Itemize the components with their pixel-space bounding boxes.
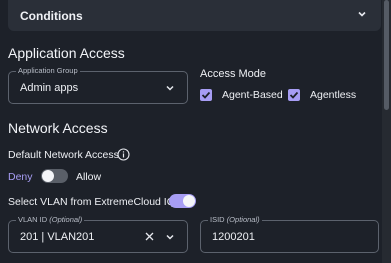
conditions-label: Conditions bbox=[20, 9, 83, 23]
default-access-toggle[interactable] bbox=[41, 169, 68, 183]
application-group-value: Admin apps bbox=[20, 82, 79, 94]
deny-label: Deny bbox=[8, 171, 33, 183]
application-access-title: Application Access bbox=[8, 45, 125, 61]
application-group-label: Application Group bbox=[16, 66, 80, 75]
vlan-id-select[interactable]: VLAN ID (Optional) 201 | VLAN201 bbox=[8, 215, 188, 253]
scrollbar-thumb[interactable] bbox=[384, 0, 389, 110]
toggle-knob bbox=[183, 195, 195, 207]
vlan-id-value: 201 | VLAN201 bbox=[20, 231, 95, 243]
application-group-select[interactable]: Application Group Admin apps bbox=[8, 66, 188, 104]
select-vlan-label: Select VLAN from ExtremeCloud IQ bbox=[8, 196, 175, 208]
checkmark-icon bbox=[201, 91, 211, 99]
access-mode-label: Access Mode bbox=[200, 68, 267, 80]
network-access-title: Network Access bbox=[8, 120, 108, 136]
conditions-accordion[interactable]: Conditions bbox=[8, 0, 381, 31]
agentless-checkbox[interactable] bbox=[288, 89, 300, 101]
isid-value: 1200201 bbox=[212, 231, 255, 243]
select-vlan-toggle[interactable] bbox=[169, 194, 196, 208]
clear-icon[interactable] bbox=[145, 232, 154, 241]
toggle-knob bbox=[42, 170, 54, 182]
agentless-label: Agentless bbox=[310, 89, 357, 101]
vlan-id-label: VLAN ID (Optional) bbox=[16, 215, 85, 224]
chevron-down-icon[interactable] bbox=[165, 83, 175, 93]
allow-label: Allow bbox=[76, 171, 102, 183]
info-icon[interactable] bbox=[117, 148, 130, 161]
checkmark-icon bbox=[289, 91, 299, 99]
agent-based-checkbox[interactable] bbox=[200, 89, 212, 101]
agent-based-label: Agent-Based bbox=[222, 89, 283, 101]
isid-label: ISID (Optional) bbox=[208, 215, 262, 224]
chevron-down-icon[interactable] bbox=[165, 232, 175, 242]
isid-field[interactable]: ISID (Optional) 1200201 bbox=[200, 215, 379, 253]
default-network-access-label: Default Network Access bbox=[8, 149, 119, 161]
chevron-down-icon[interactable] bbox=[357, 9, 367, 19]
